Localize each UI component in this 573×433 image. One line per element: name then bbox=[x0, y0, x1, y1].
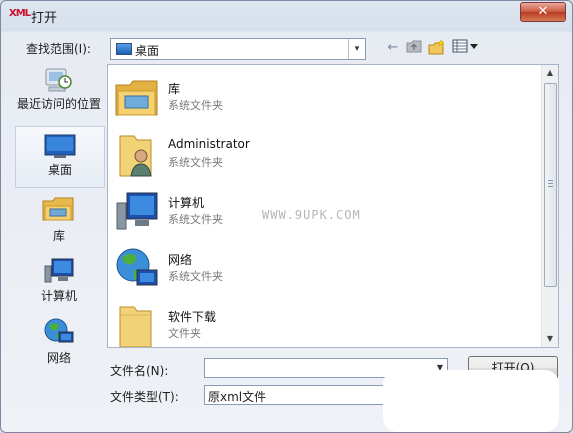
libraries-icon bbox=[42, 197, 74, 221]
grip-line bbox=[548, 183, 553, 184]
lookin-label: 查找范围(I): bbox=[26, 42, 91, 56]
new-folder-icon bbox=[428, 39, 445, 55]
back-button[interactable]: ← bbox=[385, 39, 401, 57]
place-desktop[interactable]: 桌面 bbox=[15, 126, 105, 188]
lookin-combobox[interactable]: 桌面 ▾ bbox=[110, 38, 366, 60]
views-menu-button[interactable] bbox=[451, 39, 481, 57]
file-list[interactable]: 库 系统文件夹 Administrator 系统文件夹 计算机 系统文件夹 网络… bbox=[107, 64, 559, 348]
grip-line bbox=[548, 186, 553, 187]
folder-icon bbox=[119, 306, 152, 347]
list-item[interactable]: Administrator 系统文件夹 bbox=[108, 126, 538, 182]
place-recent[interactable]: 最近访问的位置 bbox=[15, 65, 103, 123]
xml-app-icon: XML bbox=[9, 8, 31, 19]
list-item[interactable]: 网络 系统文件夹 bbox=[108, 240, 538, 296]
file-name: Administrator bbox=[168, 137, 250, 151]
file-name: 计算机 bbox=[168, 196, 205, 210]
place-label: 最近访问的位置 bbox=[16, 97, 101, 111]
title-bar[interactable]: XML 打开 ✕ bbox=[1, 1, 572, 29]
place-computer[interactable]: 计算机 bbox=[15, 253, 103, 315]
computer-icon bbox=[116, 192, 158, 230]
grip-line bbox=[548, 180, 553, 181]
file-name: 网络 bbox=[168, 253, 193, 267]
list-item[interactable]: 软件下载 文件夹 bbox=[108, 297, 538, 347]
desktop-icon bbox=[44, 134, 76, 158]
file-type: 系统文件夹 bbox=[168, 156, 223, 169]
up-folder-icon bbox=[406, 40, 422, 53]
file-name: 软件下载 bbox=[168, 310, 217, 324]
computer-icon bbox=[44, 258, 74, 283]
user-folder-icon bbox=[119, 135, 152, 177]
new-folder-button[interactable] bbox=[428, 39, 446, 57]
filetype-select[interactable]: 原xml文件 bbox=[204, 385, 386, 405]
network-icon bbox=[44, 318, 74, 343]
recent-places-icon bbox=[45, 68, 72, 92]
filetype-label: 文件类型(T): bbox=[110, 390, 179, 404]
views-icon bbox=[452, 39, 478, 53]
place-label: 网络 bbox=[46, 351, 71, 365]
watermark-text: WWW.9UPK.COM bbox=[262, 208, 361, 222]
network-globe-icon bbox=[116, 248, 158, 286]
white-overlay bbox=[383, 370, 559, 432]
close-button[interactable]: ✕ bbox=[520, 2, 566, 22]
scroll-up-arrow-icon[interactable]: ▲ bbox=[542, 65, 558, 81]
desktop-icon bbox=[116, 43, 132, 55]
vertical-scrollbar[interactable]: ▲ ▼ bbox=[541, 65, 558, 347]
place-label: 库 bbox=[52, 229, 65, 243]
filetype-value: 原xml文件 bbox=[208, 390, 267, 404]
scroll-thumb[interactable] bbox=[544, 83, 557, 287]
place-label: 桌面 bbox=[47, 163, 72, 177]
file-name: 库 bbox=[168, 82, 181, 96]
up-folder-button[interactable] bbox=[405, 39, 423, 57]
list-item[interactable]: 库 系统文件夹 bbox=[108, 69, 538, 125]
file-type: 系统文件夹 bbox=[168, 213, 223, 226]
scroll-down-arrow-icon[interactable]: ▼ bbox=[542, 331, 558, 347]
open-file-dialog: XML 打开 ✕ 查找范围(I): 桌面 ▾ ← 最近访问的位置 桌面 库 计算… bbox=[0, 0, 573, 433]
dialog-title: 打开 bbox=[31, 11, 58, 26]
file-type: 系统文件夹 bbox=[168, 270, 223, 283]
file-type: 系统文件夹 bbox=[168, 99, 223, 112]
chevron-down-icon[interactable]: ▾ bbox=[348, 39, 365, 59]
filename-label: 文件名(N): bbox=[110, 364, 169, 378]
place-libraries[interactable]: 库 bbox=[15, 191, 103, 253]
lookin-value: 桌面 bbox=[135, 44, 160, 58]
places-bar: 最近访问的位置 桌面 库 计算机 网络 bbox=[15, 65, 105, 385]
libraries-folder-icon bbox=[115, 80, 158, 116]
place-label: 计算机 bbox=[40, 289, 77, 303]
file-type: 文件夹 bbox=[168, 327, 201, 340]
place-network[interactable]: 网络 bbox=[15, 315, 103, 377]
